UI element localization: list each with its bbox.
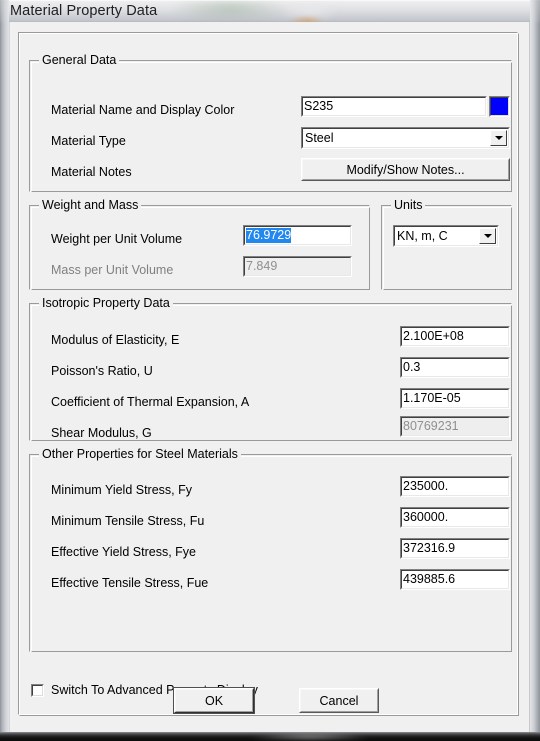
label-material-notes: Material Notes xyxy=(51,165,132,179)
group-weight-and-mass-legend: Weight and Mass xyxy=(39,198,142,212)
units-value: KN, m, C xyxy=(397,229,448,243)
minimum-yield-stress-value: 235000. xyxy=(403,479,449,494)
modify-show-notes-button[interactable]: Modify/Show Notes... xyxy=(301,158,510,181)
effective-tensile-stress-value: 439885.6 xyxy=(403,572,456,587)
material-property-data-window: Material Property Data General Data Mate… xyxy=(0,0,540,741)
label-material-type: Material Type xyxy=(51,134,126,148)
minimum-yield-stress-input[interactable]: 235000. xyxy=(400,476,510,497)
label-modulus-of-elasticity: Modulus of Elasticity, E xyxy=(51,333,180,347)
poissons-ratio-value: 0.3 xyxy=(403,360,421,375)
label-effective-tensile-stress: Effective Tensile Stress, Fue xyxy=(51,576,209,590)
frame-bottom-glow xyxy=(250,732,370,739)
group-units: Units xyxy=(381,198,512,290)
shear-modulus-value: 80769231 xyxy=(403,419,459,434)
weight-per-unit-volume-value: 76.9729 xyxy=(246,228,292,243)
chevron-down-icon[interactable] xyxy=(479,228,496,244)
minimum-tensile-stress-value: 360000. xyxy=(403,510,449,525)
modulus-of-elasticity-value: 2.100E+08 xyxy=(403,329,464,344)
ok-button[interactable]: OK xyxy=(174,688,254,713)
coefficient-thermal-expansion-input[interactable]: 1.170E-05 xyxy=(400,388,510,409)
units-combo[interactable]: KN, m, C xyxy=(393,225,499,247)
label-coefficient-thermal-expansion: Coefficient of Thermal Expansion, A xyxy=(51,395,250,409)
dialog-client-area: General Data Material Name and Display C… xyxy=(9,22,530,732)
poissons-ratio-input[interactable]: 0.3 xyxy=(400,357,510,378)
material-type-combo[interactable]: Steel xyxy=(301,127,510,149)
label-minimum-yield-stress: Minimum Yield Stress, Fy xyxy=(51,483,193,497)
material-type-value: Steel xyxy=(305,131,334,145)
chevron-down-icon[interactable] xyxy=(490,130,507,146)
weight-per-unit-volume-input[interactable]: 76.9729 xyxy=(243,225,352,246)
group-isotropic-legend: Isotropic Property Data xyxy=(39,296,173,310)
effective-yield-stress-input[interactable]: 372316.9 xyxy=(400,538,510,559)
modulus-of-elasticity-input[interactable]: 2.100E+08 xyxy=(400,326,510,347)
group-units-legend: Units xyxy=(391,198,426,212)
group-weight-and-mass: Weight and Mass xyxy=(29,198,370,290)
cancel-button[interactable]: Cancel xyxy=(299,688,379,713)
group-general-data-legend: General Data xyxy=(39,53,120,67)
coefficient-thermal-expansion-value: 1.170E-05 xyxy=(403,391,461,406)
display-color-fill xyxy=(490,97,509,116)
frame-bottom-edge xyxy=(0,732,540,741)
frame-left-edge xyxy=(0,0,9,741)
group-other-properties-legend: Other Properties for Steel Materials xyxy=(39,447,241,461)
label-shear-modulus: Shear Modulus, G xyxy=(51,426,152,440)
shear-modulus-input: 80769231 xyxy=(400,416,510,437)
effective-yield-stress-value: 372316.9 xyxy=(403,541,456,556)
window-title: Material Property Data xyxy=(10,3,158,19)
frame-right-edge xyxy=(530,0,540,741)
label-material-name: Material Name and Display Color xyxy=(51,103,235,117)
label-minimum-tensile-stress: Minimum Tensile Stress, Fu xyxy=(51,514,205,528)
label-mass-per-unit-volume: Mass per Unit Volume xyxy=(51,263,174,277)
minimum-tensile-stress-input[interactable]: 360000. xyxy=(400,507,510,528)
material-name-input[interactable]: S235 xyxy=(301,96,487,117)
mass-per-unit-volume-input: 7.849 xyxy=(243,256,352,277)
mass-per-unit-volume-value: 7.849 xyxy=(246,259,278,274)
material-name-value: S235 xyxy=(304,99,334,114)
label-poissons-ratio: Poisson's Ratio, U xyxy=(51,364,153,378)
label-weight-per-unit-volume: Weight per Unit Volume xyxy=(51,232,183,246)
label-effective-yield-stress: Effective Yield Stress, Fye xyxy=(51,545,196,559)
advanced-property-display-checkbox[interactable] xyxy=(31,683,44,697)
display-color-swatch[interactable] xyxy=(489,96,510,117)
effective-tensile-stress-input[interactable]: 439885.6 xyxy=(400,569,510,590)
